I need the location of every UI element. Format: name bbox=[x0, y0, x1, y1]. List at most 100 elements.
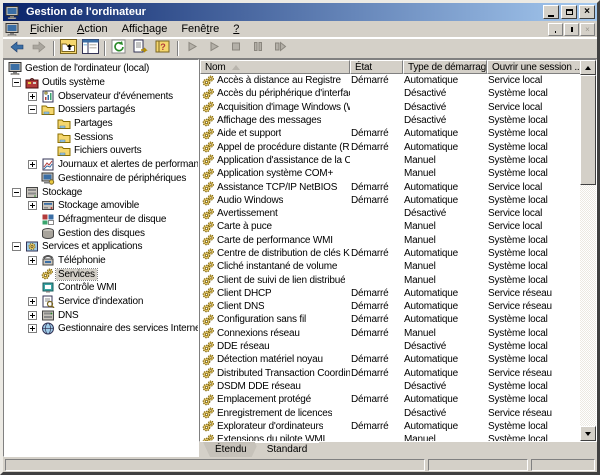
tree-item-service-d-indexation[interactable]: Service d'indexation bbox=[4, 295, 198, 309]
column-header-type-de-demarrage[interactable]: Type de démarrage bbox=[403, 60, 487, 74]
expand-plus-icon[interactable] bbox=[28, 297, 37, 306]
back-button[interactable] bbox=[6, 39, 28, 57]
tree-item-label: Services bbox=[56, 269, 97, 280]
service-row[interactable]: Configuration sans filDémarréAutomatique… bbox=[200, 313, 580, 326]
pause-service-button bbox=[247, 39, 269, 57]
tree-item-partages[interactable]: Partages bbox=[4, 117, 198, 131]
tree-item-services-et-applications[interactable]: Services et applications bbox=[4, 240, 198, 254]
service-startup-type: Automatique bbox=[403, 288, 487, 299]
expand-plus-icon[interactable] bbox=[28, 201, 37, 210]
export-list-button[interactable] bbox=[130, 39, 152, 57]
sort-ascending-icon bbox=[232, 65, 240, 70]
service-row[interactable]: Application système COM+ManuelSystème lo… bbox=[200, 167, 580, 180]
service-row[interactable]: Assistance TCP/IP NetBIOSDémarréAutomati… bbox=[200, 180, 580, 193]
tree-item-defragmenteur-de-disque[interactable]: Défragmenteur de disque bbox=[4, 213, 198, 227]
tree-item-gestion-des-disques[interactable]: Gestion des disques bbox=[4, 226, 198, 240]
service-row[interactable]: Appel de procédure distante (RPC)Démarré… bbox=[200, 140, 580, 153]
tree-item-controle-wmi[interactable]: Contrôle WMI bbox=[4, 281, 198, 295]
service-row[interactable]: Client DNSDémarréAutomatiqueService rése… bbox=[200, 300, 580, 313]
service-row[interactable]: Audio WindowsDémarréAutomatiqueSystème l… bbox=[200, 194, 580, 207]
service-row[interactable]: Enregistrement de licencesDésactivéServi… bbox=[200, 406, 580, 419]
console-window-icon[interactable] bbox=[5, 23, 19, 36]
service-row[interactable]: DDE réseauDésactivéSystème local bbox=[200, 340, 580, 353]
service-row[interactable]: Client de suivi de lien distribuéManuelS… bbox=[200, 273, 580, 286]
column-header-ouvrir-une-session[interactable]: Ouvrir une session ... bbox=[487, 60, 581, 74]
tree-item-gestionnaire-de-peripheriques[interactable]: Gestionnaire de périphériques bbox=[4, 172, 198, 186]
collapse-minus-icon[interactable] bbox=[28, 105, 37, 114]
service-logon-as: Système local bbox=[487, 354, 580, 365]
service-row[interactable]: Explorateur d'ordinateursDémarréAutomati… bbox=[200, 420, 580, 433]
menu-fentre[interactable]: Fenêtre bbox=[174, 22, 226, 36]
scroll-up-button[interactable] bbox=[580, 60, 596, 75]
service-logon-as: Service réseau bbox=[487, 288, 580, 299]
service-row[interactable]: Client DHCPDémarréAutomatiqueService rés… bbox=[200, 287, 580, 300]
service-row[interactable]: Cliché instantané de volumeManuelSystème… bbox=[200, 260, 580, 273]
service-row[interactable]: Acquisition d'image Windows (WIA)Désacti… bbox=[200, 101, 580, 114]
tree-item-services[interactable]: Services bbox=[4, 267, 198, 281]
menu-affichage[interactable]: Affichage bbox=[115, 22, 175, 36]
export-list-icon bbox=[133, 39, 149, 57]
service-row[interactable]: Emplacement protégéDémarréAutomatiqueSys… bbox=[200, 393, 580, 406]
service-row[interactable]: AvertissementDésactivéService local bbox=[200, 207, 580, 220]
tree-item-journaux-et-alertes-de-performance[interactable]: Journaux et alertes de performance bbox=[4, 158, 198, 172]
tree-item-dns[interactable]: DNS bbox=[4, 308, 198, 322]
service-logon-as: Système local bbox=[487, 434, 580, 441]
refresh-button[interactable] bbox=[108, 39, 130, 57]
tree-item-gestionnaire-des-services-internet-iis[interactable]: Gestionnaire des services Internet (IIS) bbox=[4, 322, 198, 336]
service-row[interactable]: Carte à puceManuelService local bbox=[200, 220, 580, 233]
expand-plus-icon[interactable] bbox=[28, 256, 37, 265]
collapse-minus-icon[interactable] bbox=[12, 242, 21, 251]
service-gears-icon bbox=[202, 181, 215, 193]
maximize-button[interactable] bbox=[561, 5, 577, 19]
service-row[interactable]: Aide et supportDémarréAutomatiqueSystème… bbox=[200, 127, 580, 140]
show-hide-console-tree-button[interactable] bbox=[79, 39, 101, 57]
tree-item-stockage-amovible[interactable]: Stockage amovible bbox=[4, 199, 198, 213]
tab-standard[interactable]: Standard bbox=[255, 442, 320, 457]
expand-plus-icon[interactable] bbox=[28, 324, 37, 333]
tree-item-dossiers-partages[interactable]: Dossiers partagés bbox=[4, 103, 198, 117]
scroll-down-button[interactable] bbox=[580, 426, 596, 441]
service-row[interactable]: Affichage des messagesDésactivéSystème l… bbox=[200, 114, 580, 127]
tree-item-observateur-d-evenements[interactable]: Observateur d'événements bbox=[4, 89, 198, 103]
tree-item-sessions[interactable]: Sessions bbox=[4, 130, 198, 144]
service-logon-as: Système local bbox=[487, 328, 580, 339]
expand-plus-icon[interactable] bbox=[28, 92, 37, 101]
service-row[interactable]: Accès du périphérique d'interfac...Désac… bbox=[200, 87, 580, 100]
help-button[interactable]: ? bbox=[152, 39, 174, 57]
titlebar[interactable]: Gestion de l'ordinateur × bbox=[3, 3, 597, 21]
service-row[interactable]: Distributed Transaction Coordina...Démar… bbox=[200, 367, 580, 380]
tree-item-fichiers-ouverts[interactable]: Fichiers ouverts bbox=[4, 144, 198, 158]
child-minimize-button[interactable] bbox=[548, 23, 563, 36]
scrollbar-thumb[interactable] bbox=[580, 75, 596, 185]
service-row[interactable]: Détection matériel noyauDémarréAutomatiq… bbox=[200, 353, 580, 366]
tree-item-stockage[interactable]: Stockage bbox=[4, 185, 198, 199]
tab-etendu[interactable]: Étendu bbox=[203, 442, 259, 457]
menu-?[interactable]: ? bbox=[226, 22, 246, 36]
tree-item-telephonie[interactable]: Téléphonie bbox=[4, 254, 198, 268]
tree-item-outils-systeme[interactable]: Outils système bbox=[4, 76, 198, 90]
service-row[interactable]: Application d'assistance de la Co...Manu… bbox=[200, 154, 580, 167]
service-row[interactable]: Carte de performance WMIManuelSystème lo… bbox=[200, 234, 580, 247]
close-button[interactable]: × bbox=[579, 5, 595, 19]
menu-fichier[interactable]: Fichier bbox=[23, 22, 70, 36]
minimize-button[interactable] bbox=[543, 5, 559, 19]
service-row[interactable]: Extensions du pilote WMIManuelSystème lo… bbox=[200, 433, 580, 441]
column-header-etat[interactable]: État bbox=[350, 60, 403, 74]
iis-icon bbox=[41, 322, 56, 335]
service-state: Démarré bbox=[350, 328, 403, 339]
service-row[interactable]: DSDM DDE réseauDésactivéSystème local bbox=[200, 380, 580, 393]
expand-plus-icon[interactable] bbox=[28, 160, 37, 169]
up-one-level-button[interactable] bbox=[57, 39, 79, 57]
child-restore-button[interactable] bbox=[564, 23, 579, 36]
service-gears-icon bbox=[202, 367, 215, 379]
tree-item-gestion-de-l-ordinateur-local[interactable]: Gestion de l'ordinateur (local) bbox=[4, 62, 198, 76]
collapse-minus-icon[interactable] bbox=[12, 188, 21, 197]
column-header-nom[interactable]: Nom bbox=[200, 60, 350, 74]
expand-plus-icon[interactable] bbox=[28, 311, 37, 320]
menu-action[interactable]: Action bbox=[70, 22, 115, 36]
service-row[interactable]: Connexions réseauDémarréManuelSystème lo… bbox=[200, 327, 580, 340]
service-row[interactable]: Centre de distribution de clés Ke...Déma… bbox=[200, 247, 580, 260]
collapse-minus-icon[interactable] bbox=[12, 78, 21, 87]
service-row[interactable]: Accès à distance au RegistreDémarréAutom… bbox=[200, 74, 580, 87]
vertical-scrollbar[interactable] bbox=[580, 60, 596, 441]
